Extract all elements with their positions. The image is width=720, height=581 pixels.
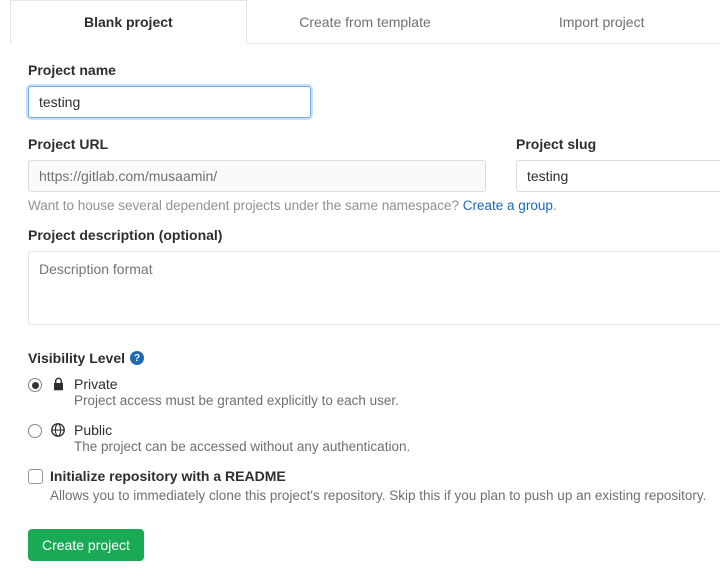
- visibility-public-option[interactable]: Public The project can be accessed witho…: [28, 422, 720, 454]
- visibility-level-heading: Visibility Level ?: [28, 350, 720, 366]
- tab-create-from-template[interactable]: Create from template: [247, 0, 484, 43]
- create-group-link[interactable]: Create a group: [463, 198, 553, 213]
- initialize-readme-checkbox[interactable]: [28, 469, 43, 484]
- tab-import-project[interactable]: Import project: [483, 0, 720, 43]
- project-name-label: Project name: [28, 62, 720, 78]
- visibility-public-sub: The project can be accessed without any …: [74, 439, 410, 454]
- visibility-private-title: Private: [74, 376, 399, 392]
- create-project-button[interactable]: Create project: [28, 529, 144, 561]
- project-name-input[interactable]: [28, 86, 311, 118]
- initialize-readme-option[interactable]: Initialize repository with a README: [28, 468, 720, 484]
- initialize-readme-label: Initialize repository with a README: [50, 468, 286, 484]
- namespace-hint-text: Want to house several dependent projects…: [28, 198, 463, 213]
- globe-icon: [50, 423, 66, 437]
- project-description-label: Project description (optional): [28, 227, 720, 243]
- new-project-form: Project name Project URL Project slug Wa…: [0, 44, 720, 581]
- project-slug-label: Project slug: [516, 136, 720, 152]
- namespace-hint: Want to house several dependent projects…: [28, 198, 720, 213]
- visibility-private-radio[interactable]: [28, 378, 42, 392]
- visibility-public-radio[interactable]: [28, 424, 42, 438]
- visibility-private-sub: Project access must be granted explicitl…: [74, 393, 399, 408]
- project-description-input[interactable]: [28, 251, 720, 325]
- help-icon[interactable]: ?: [130, 351, 144, 365]
- project-slug-input[interactable]: [516, 160, 720, 192]
- visibility-private-option[interactable]: Private Project access must be granted e…: [28, 376, 720, 408]
- tabs: Blank project Create from template Impor…: [10, 0, 720, 44]
- project-url-input[interactable]: [28, 160, 486, 192]
- visibility-level-label: Visibility Level: [28, 350, 125, 366]
- project-url-label: Project URL: [28, 136, 486, 152]
- lock-icon: [50, 377, 66, 391]
- initialize-readme-sub: Allows you to immediately clone this pro…: [50, 488, 720, 503]
- visibility-public-title: Public: [74, 422, 410, 438]
- tab-blank-project[interactable]: Blank project: [10, 0, 247, 44]
